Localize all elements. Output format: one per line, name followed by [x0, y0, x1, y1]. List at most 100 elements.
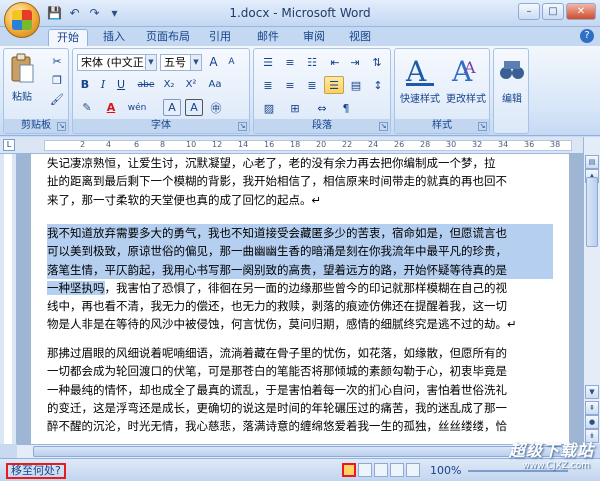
clipboard-launcher-icon[interactable]: ↘: [57, 122, 66, 131]
text-line: 线中，再也看不清，我无力的偿还，也无力的救赎，剥落的痕迹仿佛还在提醒着我，这一切: [47, 299, 507, 314]
document-page[interactable]: 失记凄凉熟恒，让爱生讨，沉默凝望，心老了，老的没有余力再去把你编制成一个梦，拉 …: [31, 154, 569, 444]
clipboard-group: 粘贴 ✂ ❐ 🖌 剪贴板 ↘: [3, 48, 69, 134]
svg-text:A: A: [463, 58, 476, 77]
shading-icon[interactable]: ▨: [258, 99, 280, 117]
text-line: 那拂过眉眼的风细说着呢喃细语，流淌着藏在骨子里的忧伤，如花落，如缘散，但愿所有的: [47, 346, 507, 360]
text-line: 的变迁，这是浮弯还是成长，更确切的说这是时间的年轮碾压过的痛苦，我的迷乱成了那一: [47, 400, 507, 415]
web-layout-view-icon[interactable]: [374, 463, 388, 477]
format-painter-icon[interactable]: 🖌: [48, 91, 66, 107]
ribbon-tabs: 开始 插入 页面布局 引用 邮件 审阅 视图: [0, 27, 600, 46]
font-name-combo[interactable]: 宋体 (中文正) ▼: [77, 54, 157, 71]
align-center-icon[interactable]: ≡: [280, 76, 300, 94]
show-marks-icon[interactable]: ¶: [336, 99, 356, 117]
binoculars-icon: [500, 61, 524, 79]
document-area: 失记凄凉熟恒，让爱生讨，沉默凝望，心老了，老的没有余力再去把你编制成一个梦，拉 …: [17, 154, 583, 444]
grow-font-icon[interactable]: A: [205, 53, 222, 71]
font-color-button[interactable]: A: [101, 99, 121, 116]
cut-icon[interactable]: ✂: [48, 53, 66, 69]
character-border-button[interactable]: A: [185, 99, 203, 116]
office-button[interactable]: [4, 2, 40, 38]
align-right-icon[interactable]: ≣: [302, 76, 322, 94]
font-size-value: 五号: [164, 56, 186, 69]
svg-text:A: A: [405, 55, 427, 87]
borders-icon[interactable]: ⊞: [284, 99, 306, 117]
tab-home[interactable]: 开始: [48, 29, 88, 46]
outline-view-icon[interactable]: [390, 463, 404, 477]
justify-icon[interactable]: ☰: [324, 76, 344, 94]
enclose-characters-icon[interactable]: ㊥: [207, 99, 225, 116]
highlight-color-icon[interactable]: ✎: [77, 99, 97, 116]
h-scroll-thumb[interactable]: [33, 446, 563, 457]
selected-line: 落笔生情，平仄韵起，我用心书写那一阕别致的高贵，望着远方的路，开始怀疑等待真的是: [47, 260, 553, 279]
maximize-button[interactable]: □: [542, 3, 564, 20]
scroll-down-icon[interactable]: ▼: [585, 385, 599, 399]
align-left-icon[interactable]: ≣: [258, 76, 278, 94]
increase-indent-icon[interactable]: ⇥: [346, 53, 364, 71]
copy-icon[interactable]: ❐: [48, 72, 66, 88]
zoom-level[interactable]: 100%: [430, 464, 461, 477]
close-button[interactable]: ✕: [566, 3, 596, 20]
numbering-icon[interactable]: ≡: [280, 53, 300, 71]
ruler-scale: [44, 140, 572, 151]
font-launcher-icon[interactable]: ↘: [238, 122, 247, 131]
paste-button[interactable]: 粘贴: [7, 53, 37, 103]
multilevel-list-icon[interactable]: ☷: [302, 53, 322, 71]
font-group-label: 字体: [73, 119, 249, 133]
sort-icon[interactable]: ⇅: [368, 53, 386, 71]
status-move-prompt: 移至何处?: [6, 463, 66, 479]
paragraph-group-label: 段落: [254, 119, 390, 133]
ruler-toggle-icon[interactable]: ▤: [585, 155, 599, 169]
horizontal-ruler[interactable]: L 2 4 6 8 10 12 14 16 18 20 22 24 26 28 30 32 34 36 38: [0, 137, 600, 154]
font-name-value: 宋体 (中文正): [81, 56, 149, 69]
tab-view[interactable]: 视图: [342, 29, 378, 46]
change-styles-icon: AA: [451, 55, 476, 88]
help-icon[interactable]: ?: [580, 29, 594, 43]
distributed-icon[interactable]: ▤: [346, 76, 366, 94]
phonetic-guide-button[interactable]: wén: [127, 99, 147, 116]
styles-launcher-icon[interactable]: ↘: [478, 122, 487, 131]
shrink-font-icon[interactable]: A: [223, 53, 240, 71]
strikethrough-button[interactable]: abe: [135, 76, 157, 93]
full-screen-reading-view-icon[interactable]: [358, 463, 372, 477]
minimize-button[interactable]: –: [518, 3, 540, 20]
vertical-ruler[interactable]: [0, 154, 17, 444]
tab-selector-icon[interactable]: L: [3, 139, 15, 151]
tab-insert[interactable]: 插入: [96, 29, 132, 46]
text-line: 失记凄凉熟恒，让爱生讨，沉默凝望，心老了，老的没有余力再去把你编制成一个梦，拉: [47, 156, 496, 170]
print-layout-view-icon[interactable]: [342, 463, 356, 477]
horizontal-scrollbar[interactable]: [17, 444, 583, 458]
font-size-combo[interactable]: 五号 ▼: [160, 54, 202, 71]
paragraph-launcher-icon[interactable]: ↘: [379, 122, 388, 131]
change-case-button[interactable]: Aa: [205, 76, 225, 93]
text-line: 一种最纯的情怀，却也成全了最真的谎乱，于是害怕着每一次的扪心自问，害怕着世俗洗礼: [47, 382, 507, 397]
tab-review[interactable]: 审阅: [296, 29, 332, 46]
paste-label: 粘贴: [12, 92, 32, 103]
italic-button[interactable]: I: [95, 76, 111, 93]
change-styles-label: 更改样式: [446, 94, 486, 105]
editing-button[interactable]: 编辑: [496, 53, 528, 105]
decrease-indent-icon[interactable]: ⇤: [326, 53, 344, 71]
scroll-thumb[interactable]: [586, 177, 598, 247]
tab-mailings[interactable]: 邮件: [250, 29, 286, 46]
bullets-icon[interactable]: ☰: [258, 53, 278, 71]
subscript-button[interactable]: X₂: [159, 76, 179, 93]
tab-references[interactable]: 引用: [202, 29, 238, 46]
paste-icon: [11, 53, 34, 83]
change-styles-button[interactable]: AA 更改样式: [443, 53, 489, 105]
select-browse-object-icon[interactable]: ●: [585, 415, 599, 429]
text-line: 一种坚执吗，我害怕了恐惧了，徘徊在另一面的边缘那些曾今的印记就那样模糊在自己的视: [47, 279, 553, 297]
line-spacing-icon[interactable]: ↕: [368, 76, 388, 94]
tab-page-layout[interactable]: 页面布局: [142, 29, 194, 46]
text-line: 扯的距离到最后剩下一个模糊的背影，我开始相信了，相信原来时间带走的就真的再也回不: [47, 174, 507, 189]
office-logo-icon: [12, 10, 32, 30]
character-shading-button[interactable]: A: [163, 99, 181, 116]
underline-button[interactable]: U: [113, 76, 129, 93]
bold-button[interactable]: B: [77, 76, 93, 93]
previous-page-icon[interactable]: ⇞: [585, 401, 599, 415]
quick-styles-button[interactable]: A 快速样式: [397, 53, 443, 105]
chinese-layout-icon[interactable]: ⇔: [312, 99, 332, 117]
superscript-button[interactable]: X²: [181, 76, 201, 93]
vertical-scrollbar[interactable]: ▤ ▲ ▼ ⇞ ● ⇟: [583, 137, 600, 444]
status-bar: 移至何处? 100%: [0, 458, 600, 481]
draft-view-icon[interactable]: [406, 463, 420, 477]
